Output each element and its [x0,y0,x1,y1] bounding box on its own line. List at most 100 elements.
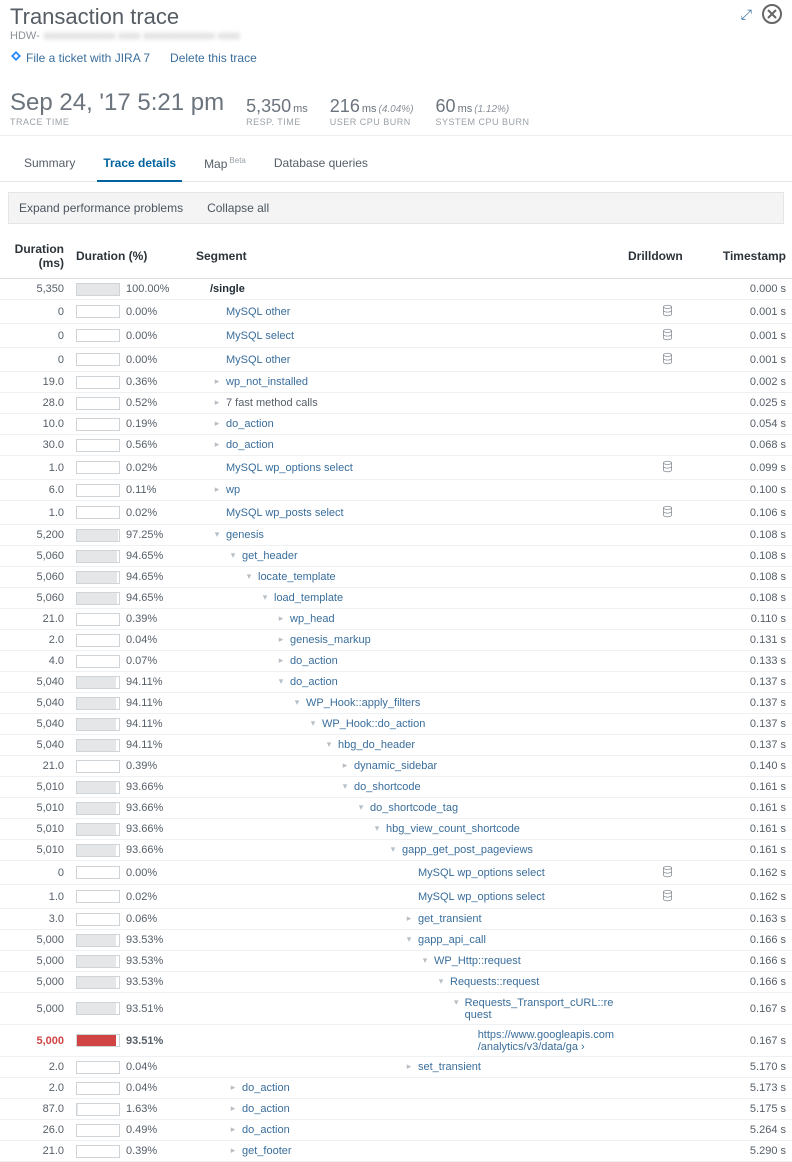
chevron-right-icon[interactable]: ▸ [212,376,222,387]
expand-window-icon[interactable]: ⤢ [741,6,752,23]
segment-name[interactable]: hbg_view_count_shortcode [386,823,520,835]
chevron-right-icon[interactable]: ▸ [212,397,222,408]
chevron-down-icon[interactable]: ▾ [308,718,318,729]
segment-name[interactable]: do_action [290,676,338,688]
chevron-right-icon[interactable]: ▸ [404,913,414,924]
row-drilldown[interactable] [622,300,712,324]
col-duration[interactable]: Duration (ms) [0,234,70,279]
segment-name[interactable]: do_action [242,1103,290,1115]
chevron-down-icon[interactable]: ▾ [372,823,382,834]
chevron-right-icon[interactable]: ▸ [228,1145,238,1156]
segment-name[interactable]: gapp_get_post_pageviews [402,844,533,856]
segment-name[interactable]: Requests_Transport_cURL::request [465,997,616,1021]
segment-name[interactable]: gapp_api_call [418,934,486,946]
tab-trace-details[interactable]: Trace details [89,146,190,181]
close-icon[interactable] [762,4,782,24]
database-icon[interactable] [661,869,674,881]
chevron-right-icon[interactable]: ▸ [212,418,222,429]
segment-name[interactable]: locate_template [258,571,336,583]
database-icon[interactable] [661,308,674,320]
database-icon[interactable] [661,893,674,905]
chevron-down-icon[interactable]: ▾ [276,676,286,687]
chevron-down-icon[interactable]: ▾ [244,571,254,582]
expand-problems-button[interactable]: Expand performance problems [19,201,183,215]
segment-name[interactable]: wp_not_installed [226,376,308,388]
tab-map[interactable]: MapBeta [190,146,260,181]
segment-name[interactable]: get_header [242,550,298,562]
tab-database-queries[interactable]: Database queries [260,146,382,181]
segment-name[interactable]: wp_head [290,613,335,625]
row-drilldown[interactable] [622,885,712,909]
row-drilldown[interactable] [622,861,712,885]
segment-name[interactable]: 7 fast method calls [226,397,318,409]
segment-name[interactable]: MySQL other [226,306,290,318]
segment-name[interactable]: /single [210,283,245,295]
col-timestamp[interactable]: Timestamp [712,234,792,279]
chevron-down-icon[interactable]: ▾ [404,934,414,945]
segment-name[interactable]: do_action [226,439,274,451]
chevron-down-icon[interactable]: ▾ [452,997,461,1008]
segment-name[interactable]: do_shortcode [354,781,421,793]
col-segment[interactable]: Segment [190,234,622,279]
row-drilldown[interactable] [622,501,712,525]
row-drilldown[interactable] [622,324,712,348]
database-icon[interactable] [661,356,674,368]
chevron-down-icon[interactable]: ▾ [340,781,350,792]
database-icon[interactable] [661,464,674,476]
col-drilldown[interactable]: Drilldown [622,234,712,279]
chevron-right-icon[interactable]: ▸ [228,1124,238,1135]
chevron-down-icon[interactable]: ▾ [420,955,430,966]
row-drilldown[interactable] [622,348,712,372]
segment-name[interactable]: set_transient [418,1061,481,1073]
segment-name[interactable]: do_action [226,418,274,430]
chevron-right-icon[interactable]: ▸ [340,760,350,771]
segment-name[interactable]: genesis [226,529,264,541]
segment-name[interactable]: do_action [242,1124,290,1136]
segment-name[interactable]: Requests::request [450,976,539,988]
delete-trace[interactable]: Delete this trace [170,51,257,65]
database-icon[interactable] [661,332,674,344]
segment-name[interactable]: MySQL wp_posts select [226,507,344,519]
chevron-right-icon[interactable]: ▸ [276,634,286,645]
chevron-down-icon[interactable]: ▾ [388,844,398,855]
segment-name[interactable]: get_transient [418,913,482,925]
chevron-down-icon[interactable]: ▾ [228,550,238,561]
file-jira-ticket[interactable]: File a ticket with JIRA 7 [10,50,150,65]
segment-name[interactable]: do_action [242,1082,290,1094]
chevron-down-icon[interactable]: ▾ [212,529,222,540]
segment-name[interactable]: load_template [274,592,343,604]
segment-name[interactable]: MySQL other [226,354,290,366]
segment-name[interactable]: do_action [290,655,338,667]
segment-name[interactable]: hbg_do_header [338,739,415,751]
chevron-right-icon[interactable]: ▸ [276,613,286,624]
collapse-all-button[interactable]: Collapse all [207,201,269,215]
chevron-right-icon[interactable]: ▸ [276,655,286,666]
database-icon[interactable] [661,509,674,521]
segment-name[interactable]: WP_Hook::do_action [322,718,425,730]
chevron-right-icon[interactable]: ▸ [228,1103,238,1114]
chevron-down-icon[interactable]: ▾ [356,802,366,813]
segment-name[interactable]: wp [226,484,240,496]
chevron-down-icon[interactable]: ▾ [324,739,334,750]
chevron-down-icon[interactable]: ▾ [436,976,446,987]
segment-name[interactable]: MySQL select [226,330,294,342]
segment-name[interactable]: MySQL wp_options select [226,462,353,474]
chevron-right-icon[interactable]: ▸ [404,1061,414,1072]
chevron-down-icon[interactable]: ▾ [292,697,302,708]
row-drilldown[interactable] [622,456,712,480]
segment-name[interactable]: WP_Hook::apply_filters [306,697,420,709]
segment-name[interactable]: MySQL wp_options select [418,867,545,879]
col-duration-pct[interactable]: Duration (%) [70,234,190,279]
tab-summary[interactable]: Summary [10,146,89,181]
chevron-right-icon[interactable]: ▸ [228,1082,238,1093]
segment-name[interactable]: WP_Http::request [434,955,521,967]
segment-name[interactable]: do_shortcode_tag [370,802,458,814]
chevron-right-icon[interactable]: ▸ [212,439,222,450]
segment-name[interactable]: get_footer [242,1145,292,1157]
chevron-down-icon[interactable]: ▾ [260,592,270,603]
segment-name[interactable]: genesis_markup [290,634,371,646]
segment-name[interactable]: https://www.googleapis.com/analytics/v3/… [478,1029,616,1053]
chevron-right-icon[interactable]: ▸ [212,484,222,495]
segment-name[interactable]: dynamic_sidebar [354,760,437,772]
segment-name[interactable]: MySQL wp_options select [418,891,545,903]
